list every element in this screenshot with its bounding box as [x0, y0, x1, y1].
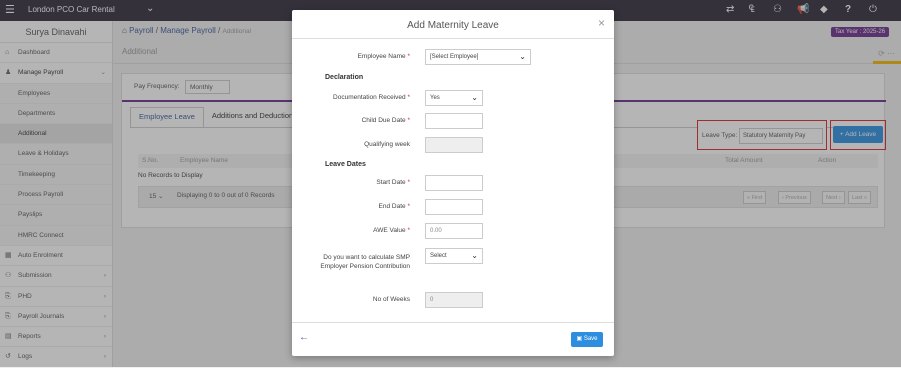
required-mark: *: [407, 203, 410, 210]
start-date-label: Start Date *: [376, 179, 410, 186]
label-text: Start Date: [376, 179, 406, 186]
start-date-row: Start Date *: [292, 175, 614, 191]
qualifying-week-label: Qualifying week: [364, 141, 410, 148]
child-due-label: Child Due Date *: [362, 117, 410, 124]
qualifying-week-input: [425, 137, 483, 153]
save-label: Save: [583, 336, 598, 342]
smp-pension-select[interactable]: Select ⌄: [425, 248, 483, 264]
modal-divider: [292, 38, 614, 39]
doc-received-label: Documentation Received *: [333, 94, 410, 101]
weeks-label: No of Weeks: [372, 296, 410, 303]
close-icon[interactable]: ×: [598, 16, 605, 30]
chevron-down-icon: ⌄: [471, 251, 478, 260]
smp-pension-row: Select ⌄: [292, 248, 614, 264]
required-mark: *: [407, 227, 410, 234]
label-text: End Date: [378, 203, 406, 210]
required-mark: *: [407, 179, 410, 186]
weeks-row: No of Weeks 0: [292, 292, 614, 308]
end-date-row: End Date *: [292, 199, 614, 215]
label-text: Documentation Received: [333, 94, 406, 101]
label-text: Child Due Date: [361, 117, 406, 124]
employee-name-select[interactable]: [Select Employee] ⌄: [425, 49, 531, 65]
employee-name-value: [Select Employee]: [430, 54, 479, 60]
leave-dates-heading: Leave Dates: [325, 161, 366, 168]
employee-name-label: Employee Name *: [358, 53, 410, 60]
employee-name-row: Employee Name * [Select Employee] ⌄: [292, 49, 614, 65]
modal-title: Add Maternity Leave: [407, 20, 499, 31]
child-due-row: Child Due Date *: [292, 113, 614, 129]
back-arrow-icon[interactable]: ←: [299, 332, 309, 343]
awe-label: AWE Value *: [373, 227, 410, 234]
doc-received-select[interactable]: Yes ⌄: [425, 90, 483, 106]
doc-received-value: Yes: [430, 95, 440, 101]
awe-row: AWE Value * 0.00: [292, 223, 614, 239]
chevron-down-icon: ⌄: [471, 93, 478, 102]
save-button[interactable]: ▣ Save: [571, 332, 603, 347]
save-icon: ▣: [576, 336, 583, 342]
label-text: AWE Value: [373, 227, 406, 234]
smp-pension-value: Select: [430, 253, 447, 259]
required-mark: *: [407, 94, 410, 101]
end-date-input[interactable]: [425, 199, 483, 215]
chevron-down-icon: ⌄: [519, 52, 526, 61]
required-mark: *: [407, 53, 410, 60]
awe-value-input[interactable]: 0.00: [425, 223, 483, 239]
qualifying-week-row: Qualifying week: [292, 137, 614, 153]
start-date-input[interactable]: [425, 175, 483, 191]
required-mark: *: [407, 117, 410, 124]
modal-footer-divider: [292, 322, 614, 323]
doc-received-row: Documentation Received * Yes ⌄: [292, 90, 614, 106]
declaration-heading: Declaration: [325, 74, 364, 81]
child-due-date-input[interactable]: [425, 113, 483, 129]
weeks-input: 0: [425, 292, 483, 308]
add-maternity-leave-modal: Add Maternity Leave × Employee Name * [S…: [292, 10, 614, 356]
end-date-label: End Date *: [379, 203, 410, 210]
label-text: Employee Name: [357, 53, 406, 60]
